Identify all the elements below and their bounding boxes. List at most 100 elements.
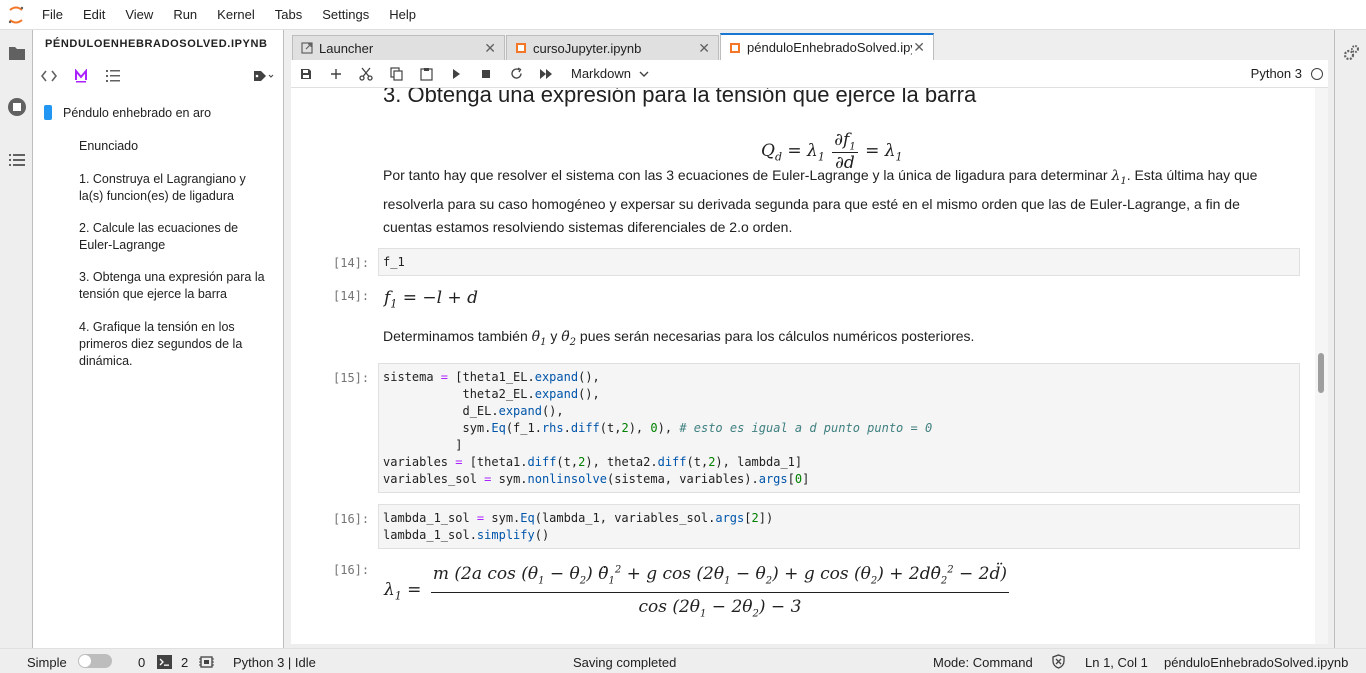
- toc-markdown-toggle[interactable]: [65, 60, 97, 92]
- menu-run[interactable]: Run: [163, 0, 207, 30]
- input-prompt: [15]:: [333, 371, 370, 385]
- toc-item-enunciado[interactable]: Enunciado: [79, 138, 138, 155]
- save-button[interactable]: [291, 60, 321, 88]
- output-prompt: [16]:: [333, 563, 370, 577]
- notebook-toolbar: Markdown Python 3: [291, 60, 1328, 88]
- no-trust-icon[interactable]: [1051, 654, 1066, 672]
- interrupt-button[interactable]: [471, 60, 501, 88]
- play-icon: [453, 68, 460, 79]
- stop-circle-icon: [7, 98, 26, 116]
- add-cell-button[interactable]: [321, 60, 351, 88]
- cursor-position[interactable]: Ln 1, Col 1: [1085, 655, 1148, 670]
- tab-close-icon[interactable]: ✕: [913, 39, 925, 56]
- toc-code-toggle[interactable]: [33, 60, 65, 92]
- simple-mode-toggle[interactable]: [78, 654, 112, 668]
- right-sidebar: [1334, 30, 1366, 648]
- tab-close-icon[interactable]: ✕: [484, 40, 496, 57]
- restart-button[interactable]: [501, 60, 531, 88]
- table-of-contents-button[interactable]: [0, 143, 33, 177]
- notebook-panel[interactable]: 3. Obtenga una expresión para la tensión…: [291, 88, 1315, 644]
- restart-run-all-button[interactable]: [531, 60, 561, 88]
- notebook-icon: [730, 42, 740, 53]
- menu-settings[interactable]: Settings: [312, 0, 379, 30]
- input-prompt: [14]:: [333, 256, 370, 270]
- toc-tag-filter[interactable]: [244, 60, 284, 92]
- toc-item-lagrangiano[interactable]: 1. Construya el Lagrangiano y la(s) func…: [79, 171, 269, 205]
- scissors-icon: [359, 67, 373, 81]
- toc-numbering-toggle[interactable]: [97, 60, 129, 92]
- kernel-status-text[interactable]: Python 3 | Idle: [233, 655, 316, 670]
- kernel-status-icon: [1311, 68, 1323, 80]
- code-cell-16[interactable]: lambda_1_sol = sym.Eq(lambda_1, variable…: [378, 504, 1300, 549]
- folder-icon: [8, 47, 25, 60]
- toc-title: PÉNDULOENHEBRADOSOLVED.IPYNB: [45, 38, 268, 50]
- output-f1: f1 = −l + d: [384, 288, 478, 311]
- tag-icon: [254, 71, 274, 81]
- numbered-list-icon: [106, 70, 120, 82]
- toc-item-grafique[interactable]: 4. Grafique la tensión en los primeros d…: [79, 319, 269, 370]
- plus-icon: [331, 68, 341, 79]
- markdown-heading: 3. Obtenga una expresión para la tensión…: [383, 88, 977, 107]
- menu-view[interactable]: View: [115, 0, 163, 30]
- fast-forward-icon: [540, 68, 552, 79]
- command-mode-indicator: Mode: Command: [933, 655, 1033, 670]
- kernel-name[interactable]: Python 3: [1251, 66, 1302, 81]
- toc-item-euler-lagrange[interactable]: 2. Calcule las ecuaciones de Euler-Lagra…: [79, 220, 269, 254]
- code-icon: [41, 70, 57, 82]
- menu-tabs[interactable]: Tabs: [265, 0, 312, 30]
- kernel-chip-icon[interactable]: [199, 655, 214, 672]
- jupyter-logo-icon: [0, 0, 32, 30]
- tab-launcher[interactable]: Launcher ✕: [292, 35, 505, 60]
- file-browser-button[interactable]: [0, 36, 33, 70]
- notebook-gutter-left: [284, 60, 291, 648]
- launcher-icon: [301, 42, 313, 54]
- copy-button[interactable]: [381, 60, 411, 88]
- copy-icon: [389, 66, 403, 81]
- markdown-paragraph-1: Por tanto hay que resolver el sistema co…: [383, 167, 1258, 235]
- toc-toolbar: [33, 60, 284, 92]
- lambda-1-symbol: λ1: [1111, 168, 1127, 187]
- cut-button[interactable]: [351, 60, 381, 88]
- menu-kernel[interactable]: Kernel: [207, 0, 265, 30]
- toc-item-pendulo[interactable]: Péndulo enhebrado en aro: [63, 105, 211, 122]
- status-bar: Simple 0 2 Python 3 | Idle Saving comple…: [0, 648, 1366, 673]
- stop-icon: [482, 69, 490, 78]
- current-filename: pénduloEnhebradoSolved.ipynb: [1164, 655, 1349, 670]
- table-of-contents-panel: PÉNDULOENHEBRADOSOLVED.IPYNB Péndulo enh…: [33, 30, 284, 648]
- input-prompt: [16]:: [333, 512, 370, 526]
- output-lambda-1: λ1 = m (2a cos (θ1 − θ2) θ̇12 + g cos (2…: [384, 564, 1010, 620]
- terminal-count: 0: [138, 655, 146, 670]
- save-icon: [301, 68, 311, 79]
- tab-bar: Launcher ✕ cursoJupyter.ipynb ✕ pénduloE…: [284, 30, 1334, 60]
- tab-close-icon[interactable]: ✕: [698, 40, 710, 57]
- list-icon: [8, 154, 25, 166]
- menu-help[interactable]: Help: [379, 0, 426, 30]
- left-sidebar: [0, 30, 33, 648]
- markdown-paragraph-2: Determinamos también θ̈1 y θ̈2 pues será…: [383, 328, 975, 348]
- paste-icon: [419, 67, 433, 81]
- gears-icon: [1343, 45, 1359, 61]
- menu-bar: File Edit View Run Kernel Tabs Settings …: [0, 0, 1366, 30]
- terminal-icon[interactable]: [157, 655, 172, 672]
- code-cell-14[interactable]: f_1: [378, 248, 1300, 276]
- menu-edit[interactable]: Edit: [73, 0, 115, 30]
- menu-file[interactable]: File: [32, 0, 73, 30]
- kernel-count: 2: [181, 655, 189, 670]
- scrollbar-thumb[interactable]: [1318, 353, 1324, 393]
- refresh-icon: [510, 67, 522, 79]
- running-sessions-button[interactable]: [0, 90, 33, 124]
- simple-mode-label: Simple: [27, 655, 67, 670]
- markdown-icon: [75, 69, 87, 83]
- cell-type-dropdown[interactable]: Markdown: [571, 66, 649, 81]
- notebook-scrollbar[interactable]: [1315, 88, 1328, 644]
- tab-cursojupyter[interactable]: cursoJupyter.ipynb ✕: [506, 35, 719, 60]
- tab-pendulo[interactable]: pénduloEnhebradoSolved.ipynb ✕: [720, 33, 934, 60]
- toc-item-tension[interactable]: 3. Obtenga una expresión para la tensión…: [79, 269, 269, 303]
- paste-button[interactable]: [411, 60, 441, 88]
- code-cell-15[interactable]: sistema = [theta1_EL.expand(), theta2_EL…: [378, 363, 1300, 493]
- output-prompt: [14]:: [333, 289, 370, 303]
- property-inspector-button[interactable]: [1335, 36, 1366, 70]
- chevron-down-icon: [639, 71, 649, 77]
- run-button[interactable]: [441, 60, 471, 88]
- save-status-message: Saving completed: [573, 655, 677, 670]
